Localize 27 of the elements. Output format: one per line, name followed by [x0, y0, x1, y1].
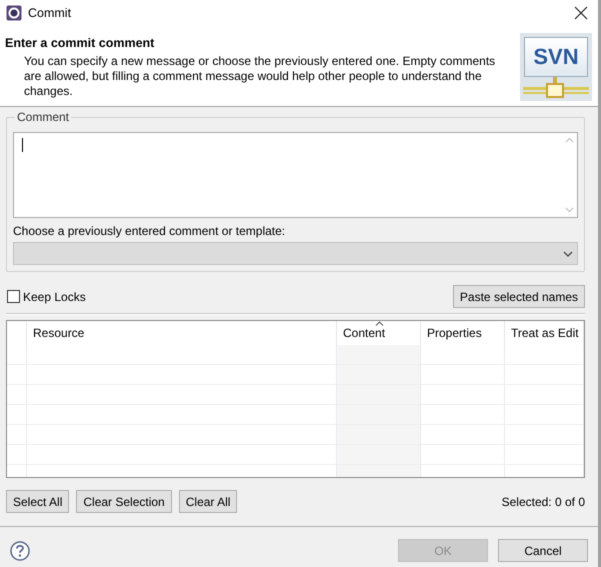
checkbox[interactable] — [7, 290, 20, 303]
chevron-icon — [563, 250, 573, 256]
table-cell — [7, 385, 27, 405]
selection-button[interactable]: Clear Selection — [76, 490, 172, 513]
table-cell — [7, 405, 27, 425]
group-label: Comment — [15, 110, 72, 124]
table-cell — [7, 365, 27, 385]
window-title: Commit — [28, 6, 72, 20]
checkbox-label: Keep Locks — [23, 290, 86, 304]
scroll-down-icon[interactable] — [564, 207, 574, 213]
header-description: You can specify a new message or choose the previously entered one. Empty comments are allowed, but filling a comment message would help other people to understand the changes. — [24, 54, 496, 99]
app-icon — [6, 5, 22, 21]
logo-text: SVN — [524, 37, 588, 77]
comment-field[interactable] — [13, 132, 578, 218]
selection-button[interactable]: Clear All — [178, 490, 238, 513]
table-cell — [7, 425, 27, 445]
paste-names-button[interactable]: Paste selected names — [452, 285, 585, 308]
network-icon — [523, 77, 589, 99]
scroll-up-icon[interactable] — [564, 137, 574, 143]
help-icon[interactable] — [10, 540, 30, 560]
selection-status: Selected: 0 of 0 — [502, 494, 585, 508]
dialog-button[interactable]: Cancel — [498, 539, 588, 562]
history-label: Choose a previously entered comment or template: — [13, 224, 286, 238]
sort-caret-icon — [375, 321, 384, 326]
selection-button[interactable]: Select All — [6, 490, 70, 513]
table-cell — [7, 445, 27, 465]
header-title: Enter a commit comment — [5, 36, 156, 50]
